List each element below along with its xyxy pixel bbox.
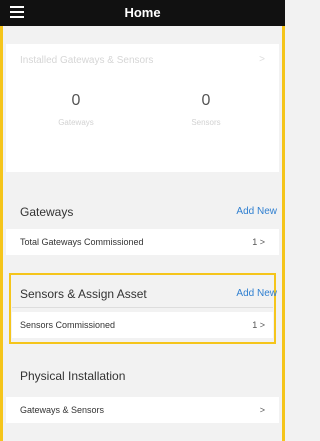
app-header: Home — [0, 0, 285, 26]
sensors-commissioned-count: 1 — [252, 320, 258, 330]
gateways-count-stat: 0 Gateways — [26, 92, 126, 127]
sensors-commissioned-value: 1 > — [252, 320, 265, 330]
sensors-count-label: Sensors — [191, 118, 221, 127]
page-title: Home — [124, 5, 161, 20]
add-sensor-button[interactable]: Add New — [236, 288, 277, 299]
section-divider — [12, 307, 273, 308]
installed-summary-card[interactable]: Installed Gateways & Sensors > 0 Gateway… — [6, 44, 279, 172]
chevron-right-icon: > — [259, 320, 265, 330]
gateways-commissioned-value: 1 > — [252, 237, 265, 247]
gateways-commissioned-row[interactable]: Total Gateways Commissioned 1 > — [6, 229, 279, 255]
summary-title: Installed Gateways & Sensors — [20, 55, 154, 66]
sensors-count-stat: 0 Sensors — [156, 92, 256, 127]
gateways-commissioned-label: Total Gateways Commissioned — [20, 237, 144, 247]
sensors-commissioned-label: Sensors Commissioned — [20, 320, 116, 330]
add-gateway-button[interactable]: Add New — [236, 206, 277, 217]
gateways-count-label: Gateways — [58, 118, 94, 127]
physical-installation-row[interactable]: Gateways & Sensors > — [6, 397, 279, 423]
chevron-right-icon: > — [259, 54, 265, 65]
gateways-count: 0 — [71, 92, 81, 109]
chevron-right-icon: > — [259, 405, 265, 415]
sensors-count: 0 — [201, 92, 211, 109]
gateways-commissioned-count: 1 — [252, 237, 258, 247]
sensors-section-title: Sensors & Assign Asset — [20, 287, 147, 301]
physical-installation-label: Gateways & Sensors — [20, 405, 105, 415]
gateways-section-title: Gateways — [20, 205, 74, 219]
sensors-commissioned-row[interactable]: Sensors Commissioned 1 > — [12, 312, 273, 338]
physical-installation-title: Physical Installation — [20, 369, 126, 383]
chevron-right-icon: > — [259, 237, 265, 247]
